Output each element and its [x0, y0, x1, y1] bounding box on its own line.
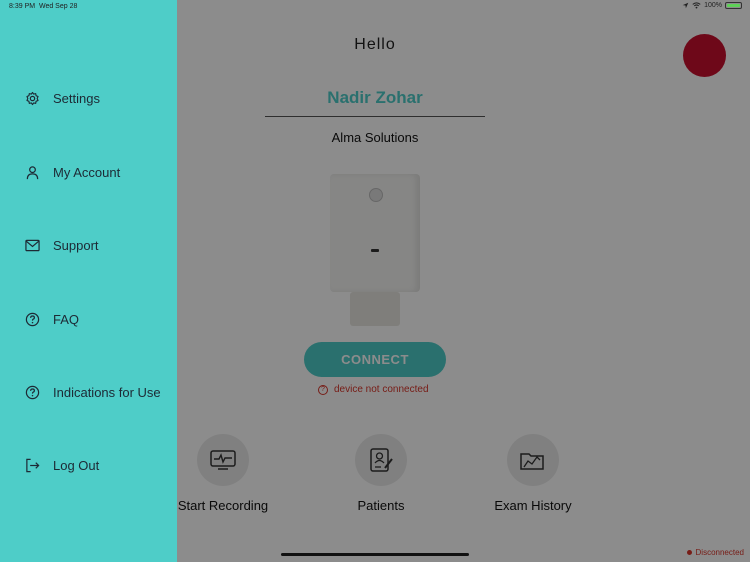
logout-icon [24, 457, 40, 473]
location-icon [682, 2, 689, 9]
status-date-text: Wed Sep 28 [38, 3, 78, 10]
home-indicator[interactable] [281, 553, 469, 556]
question-circle-icon [24, 384, 40, 400]
menu-item-label: Indications for Use [53, 384, 161, 400]
gear-icon [24, 90, 40, 106]
menu-item-label: FAQ [53, 311, 80, 327]
battery-percent: 100% [704, 2, 722, 9]
wifi-icon [692, 2, 701, 9]
user-icon [24, 164, 40, 180]
menu-item-support[interactable]: Support [24, 234, 99, 256]
menu-item-log-out[interactable]: Log Out [24, 454, 99, 476]
side-drawer: Settings My Account Support FAQ Indicati… [0, 0, 177, 562]
status-bar: 8:39 PM Wed Sep 28 100% [0, 0, 750, 14]
menu-item-label: Log Out [53, 457, 100, 473]
menu-item-indications-for-use[interactable]: Indications for Use [24, 381, 161, 403]
status-time: 8:39 PM Wed Sep 28 [9, 3, 77, 10]
status-time-text: 8:39 PM [9, 3, 36, 10]
status-right: 100% [682, 2, 742, 9]
battery-icon [725, 2, 742, 9]
menu-item-label: Settings [53, 90, 100, 106]
menu-item-label: My Account [53, 164, 121, 180]
menu-item-my-account[interactable]: My Account [24, 161, 120, 183]
question-circle-icon [24, 311, 40, 327]
menu-item-label: Support [53, 237, 99, 253]
menu-item-settings[interactable]: Settings [24, 87, 100, 109]
mail-icon [24, 237, 40, 253]
menu-item-faq[interactable]: FAQ [24, 308, 79, 330]
